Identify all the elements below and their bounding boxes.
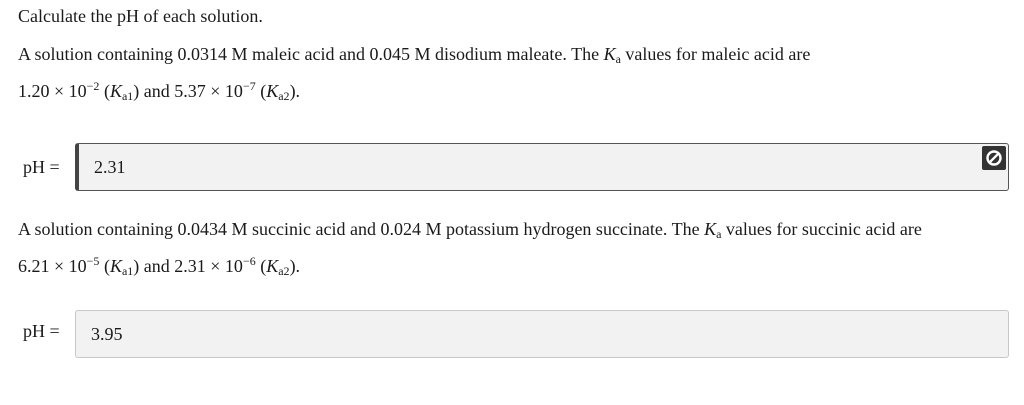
ph-answer-field-2[interactable]: 3.95 <box>75 310 1009 358</box>
question-1-text: A solution containing 0.0314 M maleic ac… <box>18 44 811 103</box>
instructions-title: Calculate the pH of each solution. <box>18 6 263 26</box>
ka-symbol: Ka <box>704 219 722 241</box>
ph-answer-field-1[interactable]: 2.31 <box>75 143 1009 191</box>
ph-label-1: pH = <box>23 157 60 177</box>
ph-answer-value-1: 2.31 <box>94 156 126 177</box>
ph-answer-value-2: 3.95 <box>91 323 123 344</box>
no-entry-icon[interactable] <box>982 146 1006 170</box>
ka-symbol: Ka <box>603 44 621 66</box>
question-2-text: A solution containing 0.0434 M succinic … <box>18 219 922 278</box>
ph-label-2: pH = <box>23 321 60 341</box>
